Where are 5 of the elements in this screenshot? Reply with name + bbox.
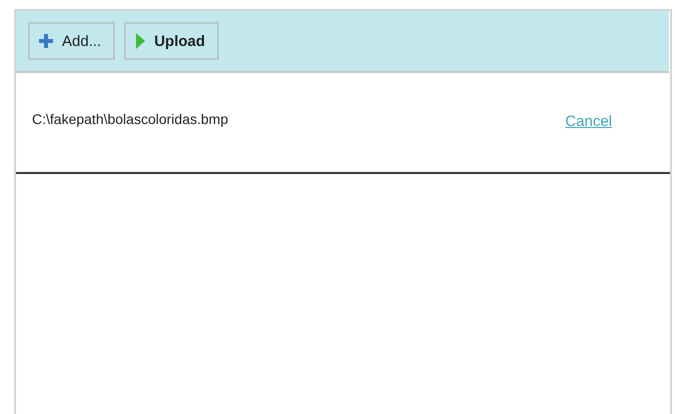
add-button[interactable]: Add... <box>28 22 116 60</box>
file-path: C:\fakepath\bolascoloridas.bmp <box>32 111 228 129</box>
plus-icon <box>38 33 54 49</box>
upload-button[interactable]: Upload <box>124 22 220 60</box>
play-icon <box>134 32 146 50</box>
